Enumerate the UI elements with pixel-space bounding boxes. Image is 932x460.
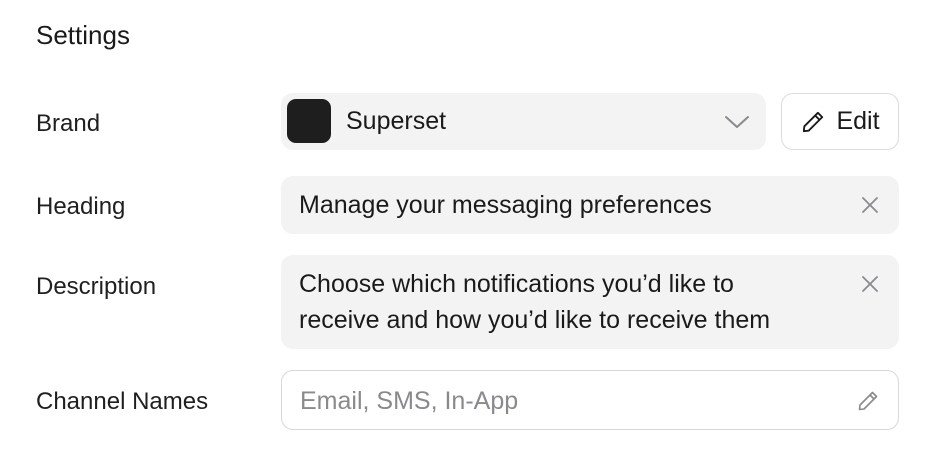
pencil-icon[interactable] (856, 389, 880, 413)
description-line-2: receive and how you’d like to receive th… (299, 306, 771, 334)
description-textarea[interactable]: Choose which notifications you’d like to… (281, 255, 899, 349)
close-icon[interactable] (859, 273, 881, 295)
edit-button-label: Edit (836, 107, 880, 135)
chevron-down-icon (725, 116, 749, 128)
pencil-icon (803, 111, 824, 132)
heading-input[interactable]: Manage your messaging preferences (281, 176, 899, 234)
heading-input-value: Manage your messaging preferences (299, 191, 712, 219)
description-label: Description (36, 273, 157, 300)
brand-select-value: Superset (346, 107, 447, 135)
channel-names-placeholder: Email, SMS, In-App (300, 387, 519, 415)
description-line-1: Choose which notifications you’d like to (299, 270, 734, 298)
brand-swatch (287, 99, 331, 143)
heading-label: Heading (36, 193, 126, 220)
brand-edit-button[interactable]: Edit (781, 93, 899, 150)
close-icon[interactable] (859, 194, 881, 216)
settings-title: Settings (36, 20, 130, 50)
brand-select[interactable]: Superset (281, 93, 766, 150)
brand-label: Brand (36, 110, 101, 137)
channel-names-label: Channel Names (36, 388, 209, 415)
channel-names-input[interactable]: Email, SMS, In-App (281, 370, 899, 430)
